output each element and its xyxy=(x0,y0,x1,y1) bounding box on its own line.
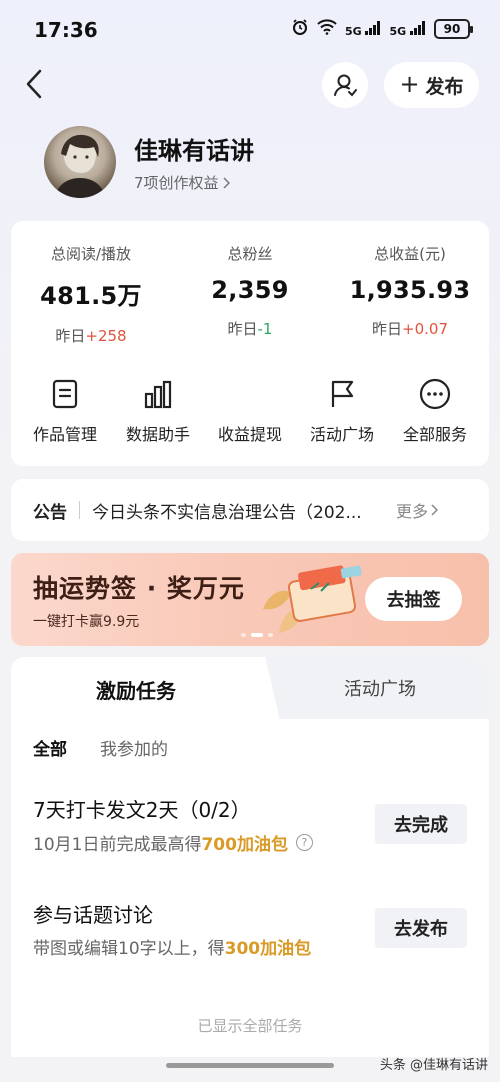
signal-1-label: 5G xyxy=(344,24,362,38)
signal-1-icon: 5G xyxy=(344,20,382,38)
stat-reads[interactable]: 总阅读/播放 481.5万 昨日+258 xyxy=(16,243,166,346)
bar-chart-icon xyxy=(112,377,204,411)
all-tasks-shown-note: 已显示全部任务 xyxy=(197,1017,303,1035)
alarm-icon xyxy=(291,18,309,40)
profile-name: 佳琳有话讲 xyxy=(134,137,254,165)
home-indicator[interactable] xyxy=(166,1063,334,1068)
stat-value: 481.5万 xyxy=(40,282,142,310)
stat-delta-value: -1 xyxy=(257,320,273,338)
user-icon xyxy=(334,74,357,97)
task-title: 参与话题讨论 xyxy=(33,903,153,927)
banner-title: 抽运势签 · 奖万元 xyxy=(33,574,245,603)
stat-delta-prefix: 昨日 xyxy=(372,320,403,338)
stat-delta: 昨日-1 xyxy=(175,318,325,339)
publish-label: 发布 xyxy=(425,75,464,98)
avatar[interactable] xyxy=(44,126,116,198)
publish-task-button[interactable]: 去发布 xyxy=(375,908,467,948)
tool-label: 全部服务 xyxy=(402,425,467,444)
carousel-dot xyxy=(241,633,246,637)
stat-earnings[interactable]: 总收益(元) 1,935.93 昨日+0.07 xyxy=(335,243,485,339)
plus-icon: + xyxy=(399,70,420,98)
announcement-label: 公告 xyxy=(33,502,67,523)
stat-label: 总收益(元) xyxy=(374,245,446,263)
status-icons: 5G 5G 90 xyxy=(291,18,473,40)
tool-label: 收益提现 xyxy=(217,425,282,444)
stat-value: 1,935.93 xyxy=(349,276,471,304)
task-title: 7天打卡发文2天（0/2） xyxy=(33,798,251,822)
task-desc-text: 10月1日前完成最高得 xyxy=(33,835,202,855)
back-button[interactable] xyxy=(18,66,50,102)
promo-banner[interactable]: 抽运势签 · 奖万元 一键打卡赢9.9元 去抽签 xyxy=(11,553,489,646)
stats-card: 总阅读/播放 481.5万 昨日+258 总粉丝 2,359 昨日-1 总收益(… xyxy=(11,221,489,466)
task-reward: 700加油包 xyxy=(201,835,288,855)
stat-delta: 昨日+0.07 xyxy=(335,318,485,339)
announcement-more-label: 更多 xyxy=(396,502,429,521)
stat-label: 总粉丝 xyxy=(227,245,273,263)
tool-activity-square[interactable]: 活动广场 xyxy=(296,377,388,445)
tool-label: 作品管理 xyxy=(32,425,97,444)
carousel-indicator xyxy=(241,633,273,637)
tab-incentive-tasks[interactable]: 激励任务 xyxy=(11,657,261,721)
tool-works-management[interactable]: 作品管理 xyxy=(19,377,111,445)
chevron-right-icon xyxy=(431,504,439,516)
filter-all[interactable]: 全部 xyxy=(33,735,67,760)
banner-subtitle: 一键打卡赢9.9元 xyxy=(33,614,140,630)
stat-fans[interactable]: 总粉丝 2,359 昨日-1 xyxy=(175,243,325,339)
wifi-icon xyxy=(317,19,337,39)
help-icon[interactable]: ? xyxy=(295,834,313,851)
avatar-portrait-icon xyxy=(54,134,106,198)
account-button[interactable] xyxy=(322,62,368,108)
tool-label: 数据助手 xyxy=(125,425,190,444)
carousel-dot xyxy=(268,633,273,637)
creator-rights-link[interactable]: 7项创作权益 xyxy=(134,172,230,193)
stat-delta: 昨日+258 xyxy=(16,325,166,346)
stat-delta-value: +258 xyxy=(85,327,127,345)
stat-value: 2,359 xyxy=(211,276,289,304)
announcement-bar[interactable]: 公告 今日头条不实信息治理公告（202... 更多 xyxy=(11,479,489,541)
complete-task-button[interactable]: 去完成 xyxy=(375,804,467,844)
task-desc-text: 带图或编辑10字以上，得 xyxy=(33,939,225,959)
filter-joined[interactable]: 我参加的 xyxy=(100,735,168,760)
document-icon xyxy=(19,377,111,411)
task-description: 带图或编辑10字以上，得300加油包 xyxy=(33,934,311,959)
task-reward: 300加油包 xyxy=(224,939,312,959)
chevron-right-icon xyxy=(223,176,230,189)
battery-icon: 90 xyxy=(434,19,473,39)
creator-rights-label: 7项创作权益 xyxy=(134,174,219,192)
draw-lot-button[interactable]: 去抽签 xyxy=(365,577,462,621)
flag-icon xyxy=(296,377,388,411)
watermark: 头条 @佳琳有话讲 xyxy=(379,1058,488,1073)
stat-label: 总阅读/播放 xyxy=(50,245,132,263)
fortune-box-illustration-icon xyxy=(263,565,362,633)
more-icon xyxy=(389,377,481,411)
carousel-dot-active xyxy=(251,633,263,637)
signal-2-icon: 5G xyxy=(389,20,426,38)
tool-label: 活动广场 xyxy=(309,425,374,444)
stat-delta-prefix: 昨日 xyxy=(227,320,258,338)
stat-delta-value: +0.07 xyxy=(402,320,448,338)
tool-withdraw[interactable]: 收益提现 xyxy=(204,377,296,445)
tool-all-services[interactable]: 全部服务 xyxy=(389,377,481,445)
tool-data-assistant[interactable]: 数据助手 xyxy=(112,377,204,445)
status-time: 17:36 xyxy=(34,18,98,42)
task-description: 10月1日前完成最高得700加油包 ? xyxy=(33,830,313,855)
divider xyxy=(79,501,80,519)
publish-button[interactable]: + 发布 xyxy=(384,62,479,108)
announcement-text[interactable]: 今日头条不实信息治理公告（202... xyxy=(92,498,382,523)
chevron-left-icon xyxy=(26,69,42,99)
stat-delta-prefix: 昨日 xyxy=(55,327,86,345)
tool-icon-empty xyxy=(204,377,296,411)
tab-activity-square[interactable]: 活动广场 xyxy=(265,657,489,719)
signal-2-label: 5G xyxy=(389,24,407,38)
announcement-more-link[interactable]: 更多 xyxy=(396,498,439,522)
tasks-panel: 活动广场 激励任务 全部 我参加的 7天打卡发文2天（0/2） 10月1日前完成… xyxy=(11,657,489,1057)
